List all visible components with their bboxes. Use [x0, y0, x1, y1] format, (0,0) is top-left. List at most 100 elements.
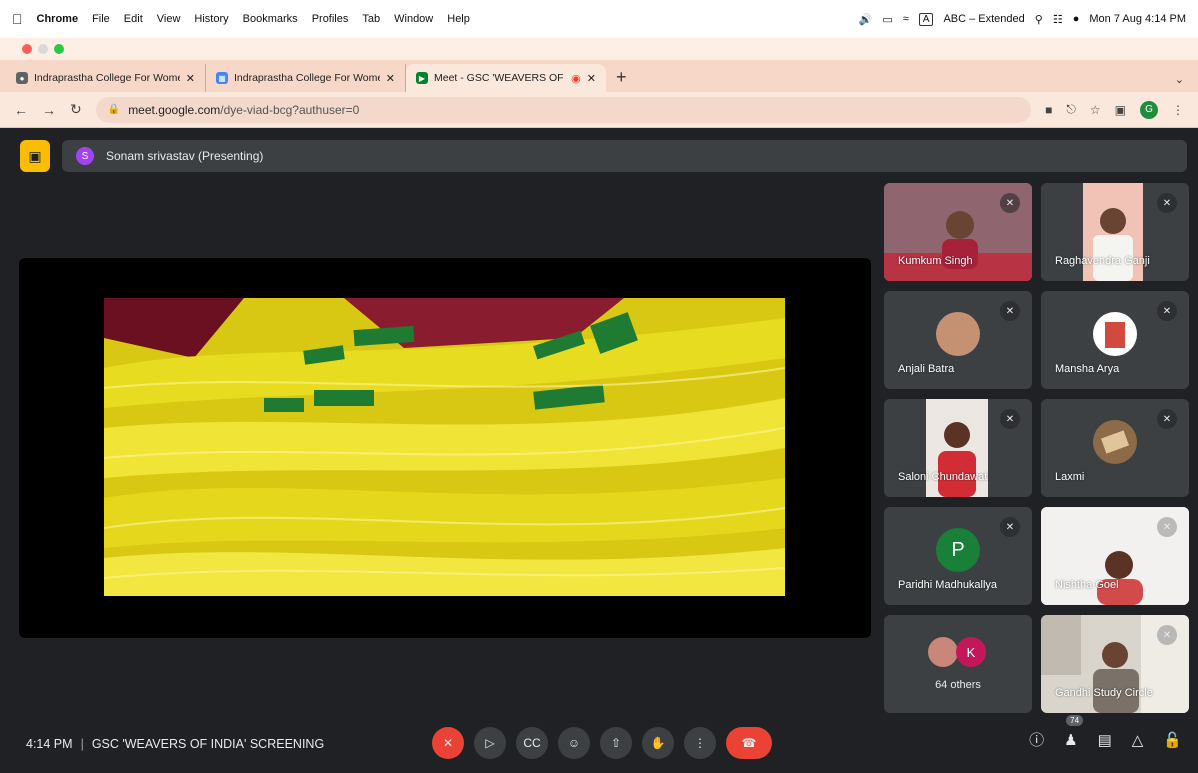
- participant-name: Anjali Batra: [898, 363, 955, 375]
- presenter-avatar: S: [76, 147, 94, 165]
- siri-icon[interactable]: ●: [1073, 13, 1080, 25]
- shared-screen-video: [104, 298, 785, 596]
- participant-tile[interactable]: ✕ Laxmi: [1041, 399, 1189, 497]
- menu-window[interactable]: Window: [394, 13, 433, 25]
- participant-tile[interactable]: P ✕ Paridhi Madhukallya: [884, 507, 1032, 605]
- menu-app-name[interactable]: Chrome: [37, 13, 79, 25]
- mic-off-icon: ✕: [1000, 301, 1020, 321]
- mic-off-icon: ✕: [1157, 409, 1177, 429]
- participant-name: Laxmi: [1055, 471, 1085, 483]
- profile-avatar[interactable]: G: [1140, 100, 1158, 119]
- raise-hand-button[interactable]: ✋: [642, 727, 674, 759]
- minimize-window-icon[interactable]: [38, 44, 48, 54]
- present-button[interactable]: ⇧: [600, 727, 632, 759]
- others-count: 64 others: [935, 679, 981, 691]
- browser-toolbar: ← → ↻ 🔒 meet.google.com /dye-viad-bcg?au…: [0, 92, 1198, 128]
- presentation-stage: [19, 258, 871, 638]
- close-window-icon[interactable]: [22, 44, 32, 54]
- zoom-window-icon[interactable]: [54, 44, 64, 54]
- tab-college-2[interactable]: ▦ Indraprastha College For Wome ✕: [206, 64, 406, 92]
- participant-tile[interactable]: ✕ Nishtha Goel: [1041, 507, 1189, 605]
- menu-help[interactable]: Help: [447, 13, 470, 25]
- camera-icon[interactable]: ■: [1045, 103, 1052, 117]
- tab-meet[interactable]: ▶ Meet - GSC 'WEAVERS OF ◉ ✕: [406, 64, 606, 92]
- volume-icon[interactable]: 🔊: [859, 13, 873, 26]
- input-source-label[interactable]: ABC – Extended: [943, 13, 1024, 25]
- participant-name: Raghavendra Ganji: [1055, 255, 1150, 267]
- people-button[interactable]: 74 ♟: [1064, 714, 1084, 749]
- battery-icon[interactable]: ▭: [882, 13, 892, 26]
- meet-control-bar: 4:14 PM | GSC 'WEAVERS OF INDIA' SCREENING…: [0, 711, 1198, 773]
- tab-label: Indraprastha College For Wome: [34, 72, 180, 84]
- clock[interactable]: Mon 7 Aug 4:14 PM: [1089, 13, 1186, 25]
- lock-icon[interactable]: 🔒: [108, 104, 120, 115]
- apple-icon[interactable]: : [12, 11, 23, 27]
- status-area: 🔊 ▭ ≈ A ABC – Extended ⚲ ☷ ● Mon 7 Aug 4…: [859, 12, 1186, 26]
- participant-tile[interactable]: ✕ Kumkum Singh: [884, 183, 1032, 281]
- yarn-image: [104, 298, 785, 596]
- participant-tile[interactable]: ✕ Anjali Batra: [884, 291, 1032, 389]
- participant-avatar: [936, 312, 980, 357]
- input-source-key[interactable]: A: [918, 12, 934, 26]
- menu-tab[interactable]: Tab: [362, 13, 380, 25]
- info-icon[interactable]: ⓘ: [1029, 729, 1044, 750]
- close-icon[interactable]: ✕: [186, 72, 195, 85]
- spotlight-icon[interactable]: ⚲: [1035, 13, 1043, 26]
- star-icon[interactable]: ☆: [1090, 103, 1101, 117]
- url-path: /dye-viad-bcg?authuser=0: [220, 102, 360, 117]
- new-tab-button[interactable]: +: [606, 67, 637, 92]
- menu-bookmarks[interactable]: Bookmarks: [243, 13, 298, 25]
- close-icon[interactable]: ✕: [587, 72, 596, 85]
- mic-off-icon: ✕: [1157, 517, 1177, 537]
- captions-button[interactable]: CC: [516, 727, 548, 759]
- participant-name: Saloni Chundawat: [898, 471, 988, 483]
- emoji-button[interactable]: ☺: [558, 727, 590, 759]
- forward-icon[interactable]: →: [42, 102, 56, 118]
- menu-history[interactable]: History: [194, 13, 228, 25]
- participant-tile[interactable]: ✕ Saloni Chundawat: [884, 399, 1032, 497]
- chevron-down-icon[interactable]: ⌄: [1175, 73, 1184, 86]
- participant-tile[interactable]: ✕ Gandhi Study Circle: [1041, 615, 1189, 713]
- address-input[interactable]: 🔒 meet.google.com /dye-viad-bcg?authuser…: [95, 96, 1032, 123]
- call-controls: ✕ ▷ CC ☺ ⇧ ✋ ⋮ ☎: [432, 727, 772, 759]
- people-icon: ♟: [1064, 731, 1078, 749]
- control-center-icon[interactable]: ☷: [1053, 13, 1063, 26]
- mic-off-icon: ✕: [1157, 301, 1177, 321]
- end-call-button[interactable]: ☎: [726, 727, 772, 759]
- camera-toggle-button[interactable]: ▷: [474, 727, 506, 759]
- chat-icon[interactable]: ▤: [1098, 731, 1112, 749]
- more-options-button[interactable]: ⋮: [684, 727, 716, 759]
- mic-off-icon: ✕: [1157, 193, 1177, 213]
- share-icon[interactable]: ⎋: [1066, 102, 1076, 117]
- host-controls-icon[interactable]: 🔓: [1163, 731, 1182, 749]
- participant-name: Mansha Arya: [1055, 363, 1120, 375]
- presenter-bar: S Sonam srivastav (Presenting): [62, 140, 1187, 172]
- mic-toggle-button[interactable]: ✕: [432, 727, 464, 759]
- sidepanel-icon[interactable]: ▣: [1115, 103, 1126, 117]
- close-icon[interactable]: ✕: [386, 72, 395, 85]
- participant-avatar: P: [936, 528, 980, 573]
- mic-off-icon: ✕: [1000, 193, 1020, 213]
- menu-profiles[interactable]: Profiles: [312, 13, 349, 25]
- menu-dots-icon[interactable]: ⋮: [1172, 103, 1184, 117]
- menu-view[interactable]: View: [157, 13, 181, 25]
- meeting-time: 4:14 PM: [26, 737, 73, 751]
- participant-name: Gandhi Study Circle: [1055, 687, 1153, 699]
- tab-college-1[interactable]: ● Indraprastha College For Wome ✕: [6, 64, 206, 92]
- reload-icon[interactable]: ↻: [70, 101, 82, 118]
- side-controls: ⓘ 74 ♟ ▤ △ 🔓: [1029, 714, 1182, 750]
- wifi-icon[interactable]: ≈: [903, 13, 909, 25]
- menu-edit[interactable]: Edit: [124, 13, 143, 25]
- participant-avatar: [928, 637, 958, 667]
- activities-icon[interactable]: △: [1132, 731, 1144, 749]
- others-tile[interactable]: K 64 others: [884, 615, 1032, 713]
- menu-file[interactable]: File: [92, 13, 110, 25]
- separator: |: [80, 737, 84, 751]
- back-icon[interactable]: ←: [14, 102, 28, 118]
- participant-name: Paridhi Madhukallya: [898, 579, 998, 591]
- participant-tile[interactable]: ✕ Raghavendra Ganji: [1041, 183, 1189, 281]
- participant-tile[interactable]: ✕ Mansha Arya: [1041, 291, 1189, 389]
- participant-avatar: K: [956, 637, 986, 667]
- participant-avatar: [1093, 420, 1137, 465]
- stop-presenting-icon[interactable]: ▣: [20, 140, 50, 172]
